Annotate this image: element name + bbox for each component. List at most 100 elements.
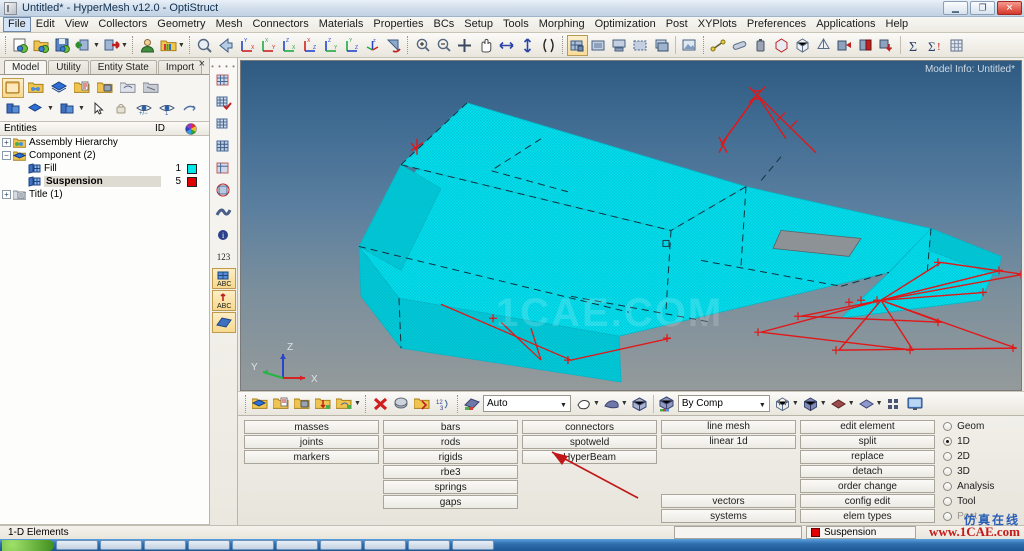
box-select-icon[interactable] — [629, 393, 650, 414]
card-icon[interactable] — [271, 393, 292, 414]
solid-dropdown-icon[interactable]: ▼ — [876, 400, 883, 407]
show-hide-icon[interactable]: +/− — [133, 99, 155, 119]
solid-icon[interactable] — [856, 393, 877, 414]
radio-1d[interactable]: 1D — [943, 435, 1022, 449]
cmd-springs[interactable]: springs — [382, 480, 519, 494]
cmd-masses[interactable]: masses — [244, 420, 380, 434]
circle-arc-icon[interactable] — [538, 35, 559, 56]
menu-item-xyplots[interactable]: XYPlots — [693, 17, 742, 32]
surface-dropdown-icon[interactable]: ▼ — [848, 400, 855, 407]
tab-utility[interactable]: Utility — [48, 60, 89, 74]
xy-view-icon[interactable]: Y X — [236, 35, 257, 56]
mesh-check-icon[interactable] — [212, 92, 236, 113]
hidden-line-icon[interactable] — [630, 35, 651, 56]
menu-item-bcs[interactable]: BCs — [429, 17, 460, 32]
plane-icon[interactable] — [211, 312, 236, 333]
export-icon[interactable] — [101, 35, 122, 56]
color-wheel-icon[interactable] — [185, 122, 209, 135]
cmd-linear-1d[interactable]: linear 1d — [660, 434, 797, 449]
copy-icon[interactable] — [391, 393, 412, 414]
pan-icon[interactable] — [475, 35, 496, 56]
chevron-down-icon[interactable]: ▼ — [560, 402, 567, 409]
free-edges-icon[interactable] — [855, 35, 876, 56]
components-icon[interactable] — [48, 78, 70, 98]
taskbar-item[interactable] — [56, 540, 98, 550]
radio-2d[interactable]: 2D — [943, 450, 1022, 464]
elements-icon[interactable] — [884, 393, 905, 414]
shaded-dropdown-icon[interactable] — [25, 99, 47, 119]
current-component-indicator[interactable]: Suspension — [806, 526, 916, 539]
merge-icon[interactable] — [412, 393, 433, 414]
cmd-elem-types[interactable]: elem types — [799, 509, 936, 524]
tree-color[interactable] — [187, 176, 209, 187]
minimize-button[interactable]: ▁ — [943, 1, 968, 15]
load-results-icon[interactable] — [158, 35, 179, 56]
sum-alert-icon[interactable]: Σ ! — [925, 35, 946, 56]
geom-check-icon[interactable] — [792, 35, 813, 56]
model-tree[interactable]: + Assembly Hierarchy − Component (2) Fil… — [0, 136, 209, 525]
cmd-joints[interactable]: joints — [244, 435, 380, 449]
menu-item-edit[interactable]: Edit — [31, 17, 60, 32]
distance-icon[interactable] — [708, 35, 729, 56]
menu-item-tools[interactable]: Tools — [498, 17, 534, 32]
tab-model[interactable]: Model — [4, 60, 48, 74]
rotate-icon[interactable] — [383, 35, 404, 56]
yz-view-icon[interactable]: Y Z — [341, 35, 362, 56]
menu-item-optimization[interactable]: Optimization — [590, 17, 661, 32]
expander-icon[interactable]: − — [2, 151, 11, 160]
cmd-rigids[interactable]: rigids — [382, 450, 519, 464]
mesh-display-icon[interactable] — [212, 70, 236, 91]
cmd-order-change[interactable]: order change — [799, 479, 936, 494]
tree-row-assembly-hierarchy[interactable]: + Assembly Hierarchy — [0, 136, 209, 149]
tab-import[interactable]: Import — [157, 60, 203, 74]
taskbar-item[interactable] — [364, 540, 406, 550]
menu-item-applications[interactable]: Applications — [811, 17, 880, 32]
cmd-systems[interactable]: systems — [660, 509, 797, 523]
circle-select-icon[interactable] — [573, 393, 594, 414]
tree-row-component-group[interactable]: − Component (2) — [0, 149, 209, 162]
menu-item-post[interactable]: Post — [661, 17, 693, 32]
tree-row-suspension[interactable]: Suspension 5 — [0, 175, 209, 188]
radio-dot[interactable] — [943, 437, 953, 447]
shaded-icon[interactable] — [588, 35, 609, 56]
menu-item-setup[interactable]: Setup — [459, 17, 498, 32]
zx-view-icon[interactable]: Z X — [278, 35, 299, 56]
panel-close-icon[interactable]: × — [199, 58, 205, 70]
color-swatch-fill[interactable] — [187, 163, 197, 174]
chevron-down-icon[interactable]: ▼ — [759, 402, 766, 409]
color-mode-icon[interactable] — [657, 393, 678, 414]
numbers-123-icon[interactable]: 123 — [212, 246, 236, 267]
cmd-vectors[interactable]: vectors — [660, 494, 797, 509]
taskbar-item[interactable] — [276, 540, 318, 550]
radio-analysis[interactable]: Analysis — [943, 479, 1022, 493]
maximize-button[interactable]: ❐ — [970, 1, 995, 15]
mesh-circle-icon[interactable] — [212, 180, 236, 201]
cmd-edit-element[interactable]: edit element — [799, 420, 936, 434]
circle-select-dropdown-icon[interactable]: ▼ — [593, 400, 600, 407]
open-file-icon[interactable] — [31, 35, 52, 56]
taskbar-item[interactable] — [408, 540, 450, 550]
menu-item-morphing[interactable]: Morphing — [534, 17, 590, 32]
menu-item-materials[interactable]: Materials — [314, 17, 369, 32]
organize-dropdown-icon[interactable]: ▼ — [354, 400, 361, 407]
wireframe-cube-icon[interactable] — [772, 393, 793, 414]
zoom-fit-icon[interactable] — [194, 35, 215, 56]
shaded-dropdown-arrow-icon[interactable]: ▼ — [47, 105, 54, 112]
load-results-dropdown-icon[interactable]: ▼ — [178, 42, 185, 49]
zy-view-icon[interactable]: Z Y — [320, 35, 341, 56]
previous-view-icon[interactable] — [215, 35, 236, 56]
cmd-spotweld[interactable]: spotweld — [521, 435, 658, 449]
save-file-icon[interactable] — [52, 35, 73, 56]
yx-view-icon[interactable]: X Y — [257, 35, 278, 56]
sum-icon[interactable]: Σ — [904, 35, 925, 56]
polygon-select-dropdown-icon[interactable]: ▼ — [621, 400, 628, 407]
cmd-line-mesh[interactable]: line mesh — [660, 420, 797, 434]
delete-collector-icon[interactable] — [292, 393, 313, 414]
menu-item-help[interactable]: Help — [881, 17, 914, 32]
info-icon[interactable]: i — [212, 224, 236, 245]
screen-icon[interactable] — [905, 393, 926, 414]
ribbon-icon[interactable] — [212, 202, 236, 223]
taskbar-item[interactable] — [232, 540, 274, 550]
cmd-split[interactable]: split — [799, 434, 936, 449]
radio-dot[interactable] — [943, 481, 953, 491]
